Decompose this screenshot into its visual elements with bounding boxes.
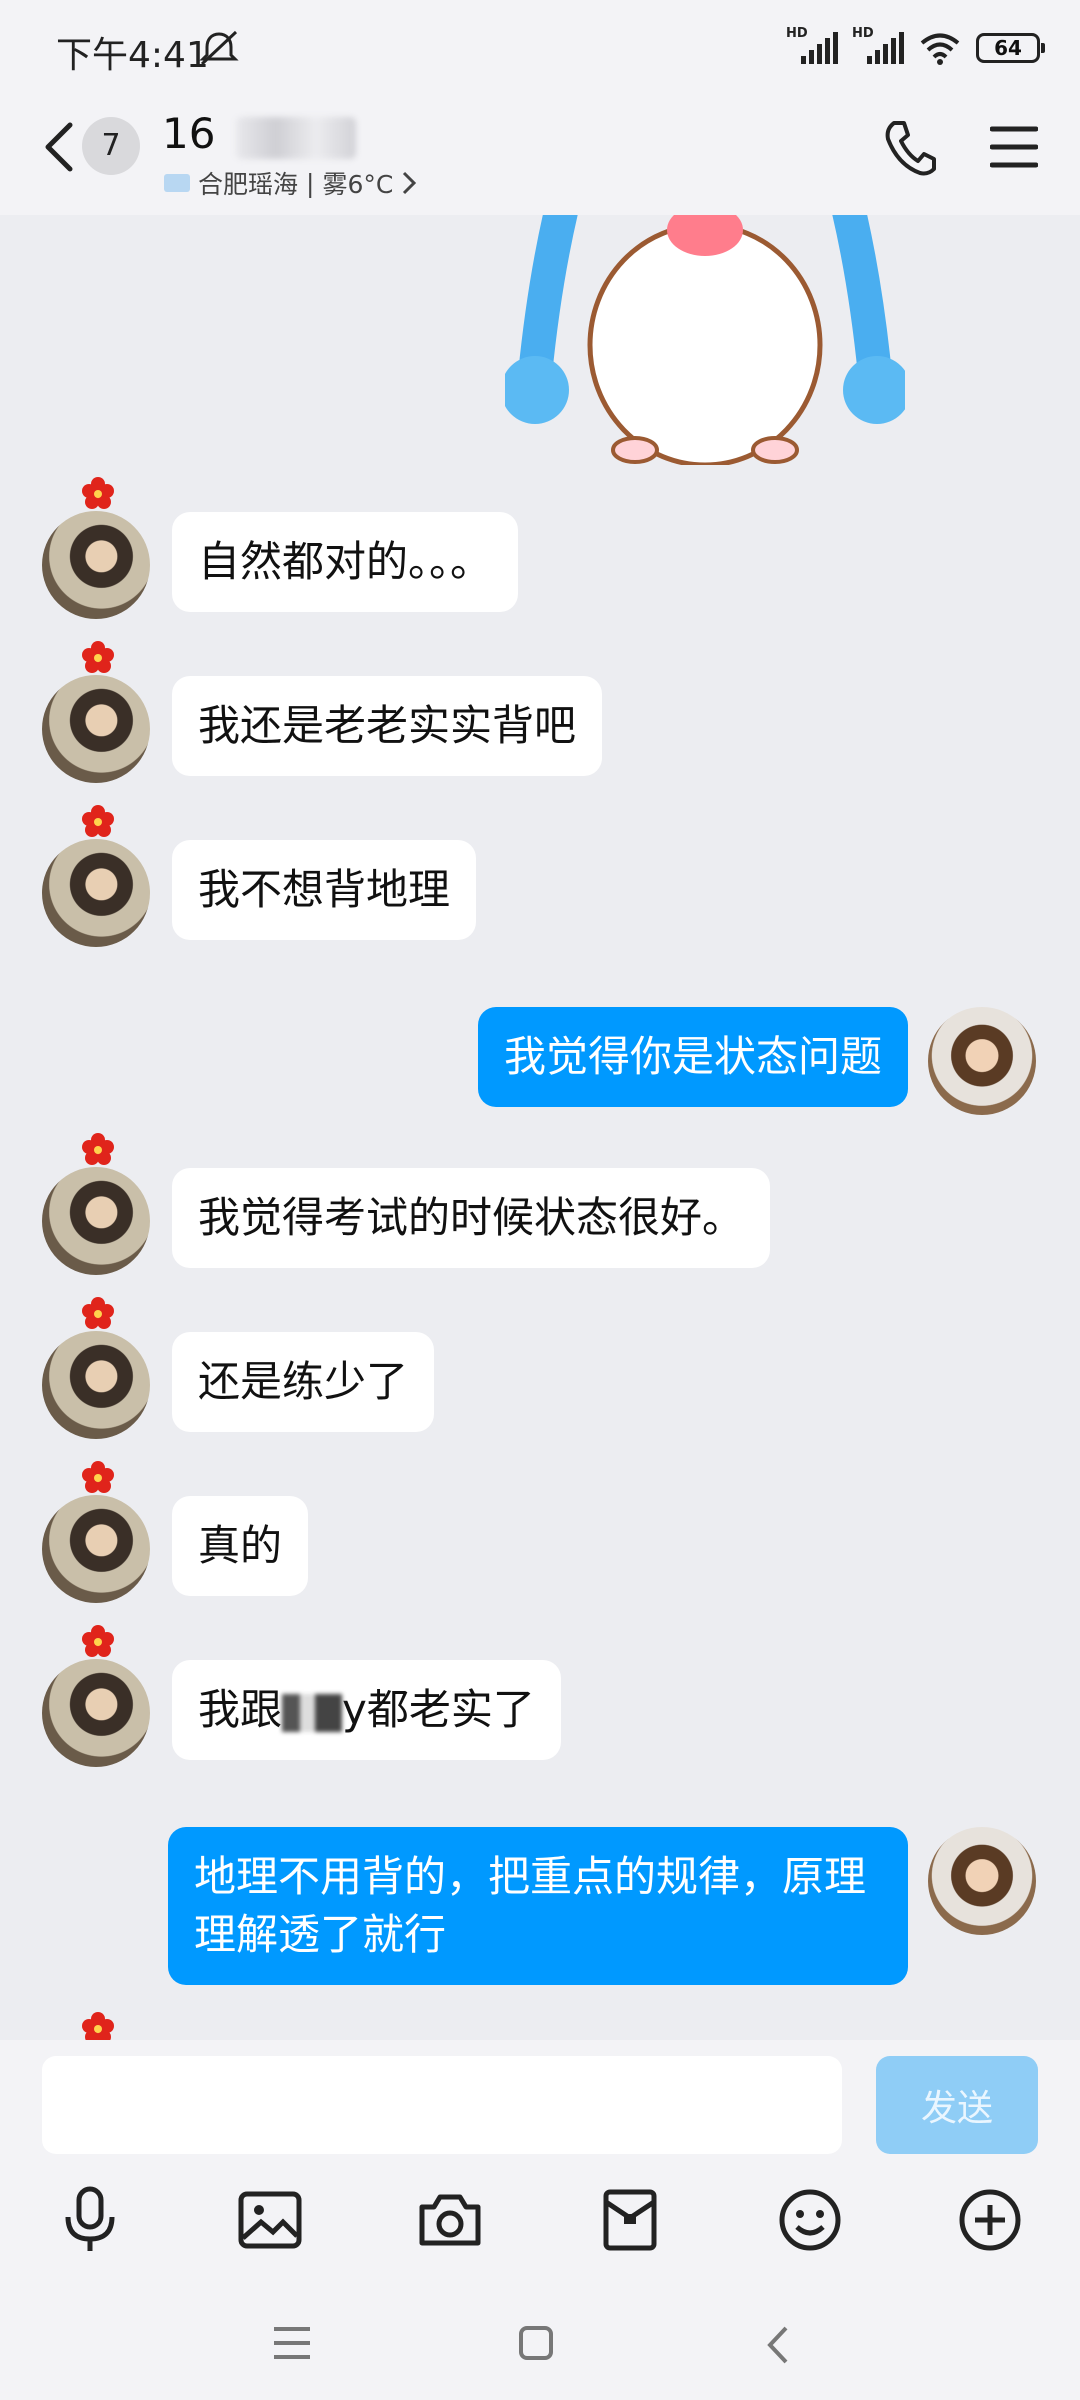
home-icon[interactable]	[518, 2325, 554, 2361]
contact-name[interactable]: 16	[162, 109, 215, 158]
menu-icon[interactable]	[990, 125, 1038, 169]
camera-icon[interactable]	[410, 2180, 490, 2260]
recent-apps-icon[interactable]	[272, 2325, 312, 2361]
location-weather[interactable]: 合肥瑶海 | 雾6°C	[164, 165, 417, 201]
red-packet-icon[interactable]	[590, 2180, 670, 2260]
flower-icon	[82, 1625, 114, 1657]
message-bubble[interactable]: 真的	[172, 1496, 309, 1596]
flag-icon	[164, 174, 190, 192]
redacted-name	[236, 117, 356, 159]
mic-icon[interactable]	[50, 2180, 130, 2260]
redacted-text	[282, 1693, 343, 1732]
flower-icon	[82, 1297, 114, 1329]
separator: |	[306, 168, 315, 198]
weather-text: 雾6°C	[322, 170, 394, 199]
send-button[interactable]: 发送	[876, 2056, 1038, 2154]
signal-icon-2: HD	[852, 26, 904, 66]
message-bubble[interactable]: 地理不用背的，把重点的规律，原理理解透了就行	[168, 1827, 908, 1985]
signal-icon: HD	[786, 26, 838, 66]
flower-icon	[82, 2012, 114, 2040]
chat-area[interactable]: 自然都对的。。。 我还是老老实实背吧 我不想背地理 我觉得你是状态问题 我觉得考…	[0, 215, 1080, 2040]
message-input[interactable]	[42, 2056, 842, 2154]
flower-icon	[82, 477, 114, 509]
unread-badge[interactable]: 7	[82, 117, 140, 175]
message-text-end: y都老实了	[342, 1685, 535, 1734]
flower-icon	[82, 1461, 114, 1493]
message-bubble[interactable]: 自然都对的。。。	[172, 512, 519, 612]
chat-header: 7 16 合肥瑶海 | 雾6°C	[0, 95, 1080, 215]
plus-icon[interactable]	[950, 2180, 1030, 2260]
contact-avatar[interactable]	[42, 511, 150, 619]
crying-sticker[interactable]	[505, 215, 905, 465]
flower-icon	[82, 641, 114, 673]
system-nav-bar	[0, 2305, 1080, 2385]
chevron-right-icon	[403, 171, 417, 195]
back-icon[interactable]	[38, 119, 78, 175]
message-bubble[interactable]: 我不想背地理	[172, 840, 477, 940]
back-nav-icon[interactable]	[766, 2325, 790, 2365]
message-text-start: 我跟	[198, 1685, 283, 1734]
my-avatar[interactable]	[928, 1007, 1036, 1115]
status-bar: 下午4:41 HD HD 64	[0, 0, 1080, 95]
contact-avatar[interactable]	[42, 1659, 150, 1767]
contact-avatar[interactable]	[42, 1167, 150, 1275]
message-bubble[interactable]: 还是练少了	[172, 1332, 435, 1432]
phone-icon[interactable]	[882, 117, 938, 177]
flower-icon	[82, 805, 114, 837]
emoji-icon[interactable]	[770, 2180, 850, 2260]
toolbar	[0, 2180, 1080, 2280]
image-icon[interactable]	[230, 2180, 310, 2260]
input-bar: 发送	[0, 2040, 1080, 2400]
contact-avatar[interactable]	[42, 839, 150, 947]
message-bubble[interactable]: 我跟 y都老实了	[172, 1660, 561, 1760]
message-bubble[interactable]: 我觉得你是状态问题	[477, 1007, 908, 1107]
contact-avatar[interactable]	[42, 1495, 150, 1603]
mute-icon	[199, 30, 239, 66]
my-avatar[interactable]	[928, 1827, 1036, 1935]
contact-avatar[interactable]	[42, 1331, 150, 1439]
contact-avatar[interactable]	[42, 675, 150, 783]
wifi-icon	[920, 33, 960, 65]
flower-icon	[82, 1133, 114, 1165]
status-time: 下午4:41	[56, 35, 209, 76]
message-bubble[interactable]: 我还是老老实实背吧	[172, 676, 603, 776]
location-text: 合肥瑶海	[198, 170, 299, 199]
battery-icon: 64	[976, 33, 1045, 63]
message-bubble[interactable]: 我觉得考试的时候状态很好。	[172, 1168, 771, 1268]
